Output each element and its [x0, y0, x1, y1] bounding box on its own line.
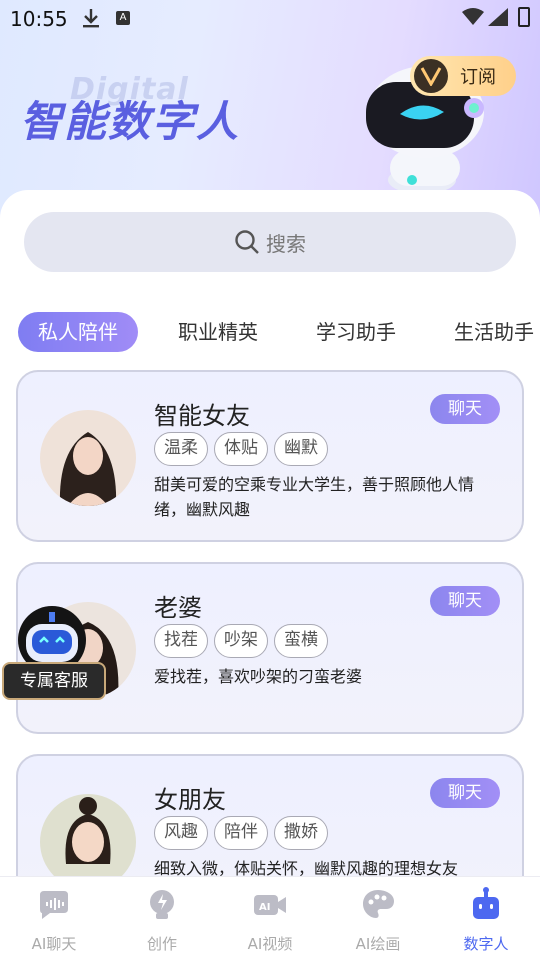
- tag: 温柔: [154, 432, 208, 466]
- status-bar: 10:55 A: [0, 0, 540, 36]
- chat-bubble-icon: [40, 891, 68, 919]
- status-time: 10:55: [10, 7, 68, 31]
- tag: 陪伴: [214, 816, 268, 850]
- search-bar[interactable]: 搜索: [24, 212, 516, 272]
- category-tabs: 私人陪伴 职业精英 学习助手 生活助手: [18, 312, 540, 354]
- svg-text:AI: AI: [259, 902, 270, 913]
- search-icon: [235, 230, 259, 254]
- character-name: 女朋友: [154, 786, 226, 814]
- nav-create[interactable]: 创作: [108, 887, 216, 954]
- notification-a-icon: A: [116, 11, 130, 25]
- chat-button[interactable]: 聊天: [430, 778, 500, 808]
- search-placeholder: 搜索: [266, 231, 306, 256]
- tag: 找茬: [154, 624, 208, 658]
- character-card[interactable]: 智能女友 聊天 温柔 体贴 幽默 甜美可爱的空乘专业大学生，善于照顾他人情绪，幽…: [16, 370, 524, 542]
- nav-ai-video[interactable]: AI AI视频: [216, 887, 324, 954]
- tag-list: 风趣 陪伴 撒娇: [154, 816, 334, 850]
- palette-icon: [363, 890, 394, 918]
- tab-study-assistant[interactable]: 学习助手: [316, 312, 396, 352]
- chat-button[interactable]: 聊天: [430, 394, 500, 424]
- battery-icon: [518, 7, 530, 27]
- nav-label: 数字人: [463, 935, 509, 953]
- nav-ai-painting[interactable]: AI绘画: [324, 887, 432, 954]
- vip-badge-icon: [414, 59, 448, 93]
- subscribe-button[interactable]: 订阅: [410, 56, 516, 96]
- tab-life-assistant[interactable]: 生活助手: [454, 312, 534, 352]
- subscribe-label: 订阅: [460, 67, 496, 88]
- tag-list: 温柔 体贴 幽默: [154, 432, 334, 466]
- robot-icon: [473, 887, 499, 919]
- signal-icon: [488, 8, 508, 26]
- tag: 蛮横: [274, 624, 328, 658]
- tag: 撒娇: [274, 816, 328, 850]
- character-name: 智能女友: [154, 402, 250, 430]
- character-name: 老婆: [154, 594, 202, 622]
- wifi-icon: [462, 8, 484, 25]
- tag: 风趣: [154, 816, 208, 850]
- chat-button[interactable]: 聊天: [430, 586, 500, 616]
- customer-service-label: 专属客服: [2, 662, 106, 700]
- video-camera-icon: AI: [254, 895, 286, 915]
- nav-label: AI绘画: [355, 935, 401, 953]
- lightbulb-icon: [150, 890, 174, 919]
- character-card[interactable]: 老婆 聊天 找茬 吵架 蛮横 爱找茬，喜欢吵架的刁蛮老婆: [16, 562, 524, 734]
- character-description: 爱找茬，喜欢吵架的刁蛮老婆: [154, 667, 363, 686]
- nav-label: 创作: [146, 935, 177, 953]
- nav-label: AI视频: [247, 935, 293, 953]
- nav-label: AI聊天: [31, 935, 77, 953]
- tag: 幽默: [274, 432, 328, 466]
- page-title: 智能数字人: [20, 97, 241, 146]
- bottom-nav: AI聊天 创作 AI AI视频 AI绘画 数字人: [0, 876, 540, 960]
- nav-digital-human[interactable]: 数字人: [432, 887, 540, 954]
- avatar: [40, 410, 136, 506]
- tab-private-companion[interactable]: 私人陪伴: [18, 312, 138, 352]
- tag: 吵架: [214, 624, 268, 658]
- content-sheet: 搜索 私人陪伴 职业精英 学习助手 生活助手 智能女友 聊天 温柔 体贴 幽默 …: [0, 190, 540, 926]
- download-icon: [83, 9, 99, 28]
- tab-career-elite[interactable]: 职业精英: [178, 312, 258, 352]
- character-description: 甜美可爱的空乘专业大学生，善于照顾他人情绪，幽默风趣: [154, 475, 475, 519]
- nav-ai-chat[interactable]: AI聊天: [0, 887, 108, 954]
- tag-list: 找茬 吵架 蛮横: [154, 624, 334, 658]
- tag: 体贴: [214, 432, 268, 466]
